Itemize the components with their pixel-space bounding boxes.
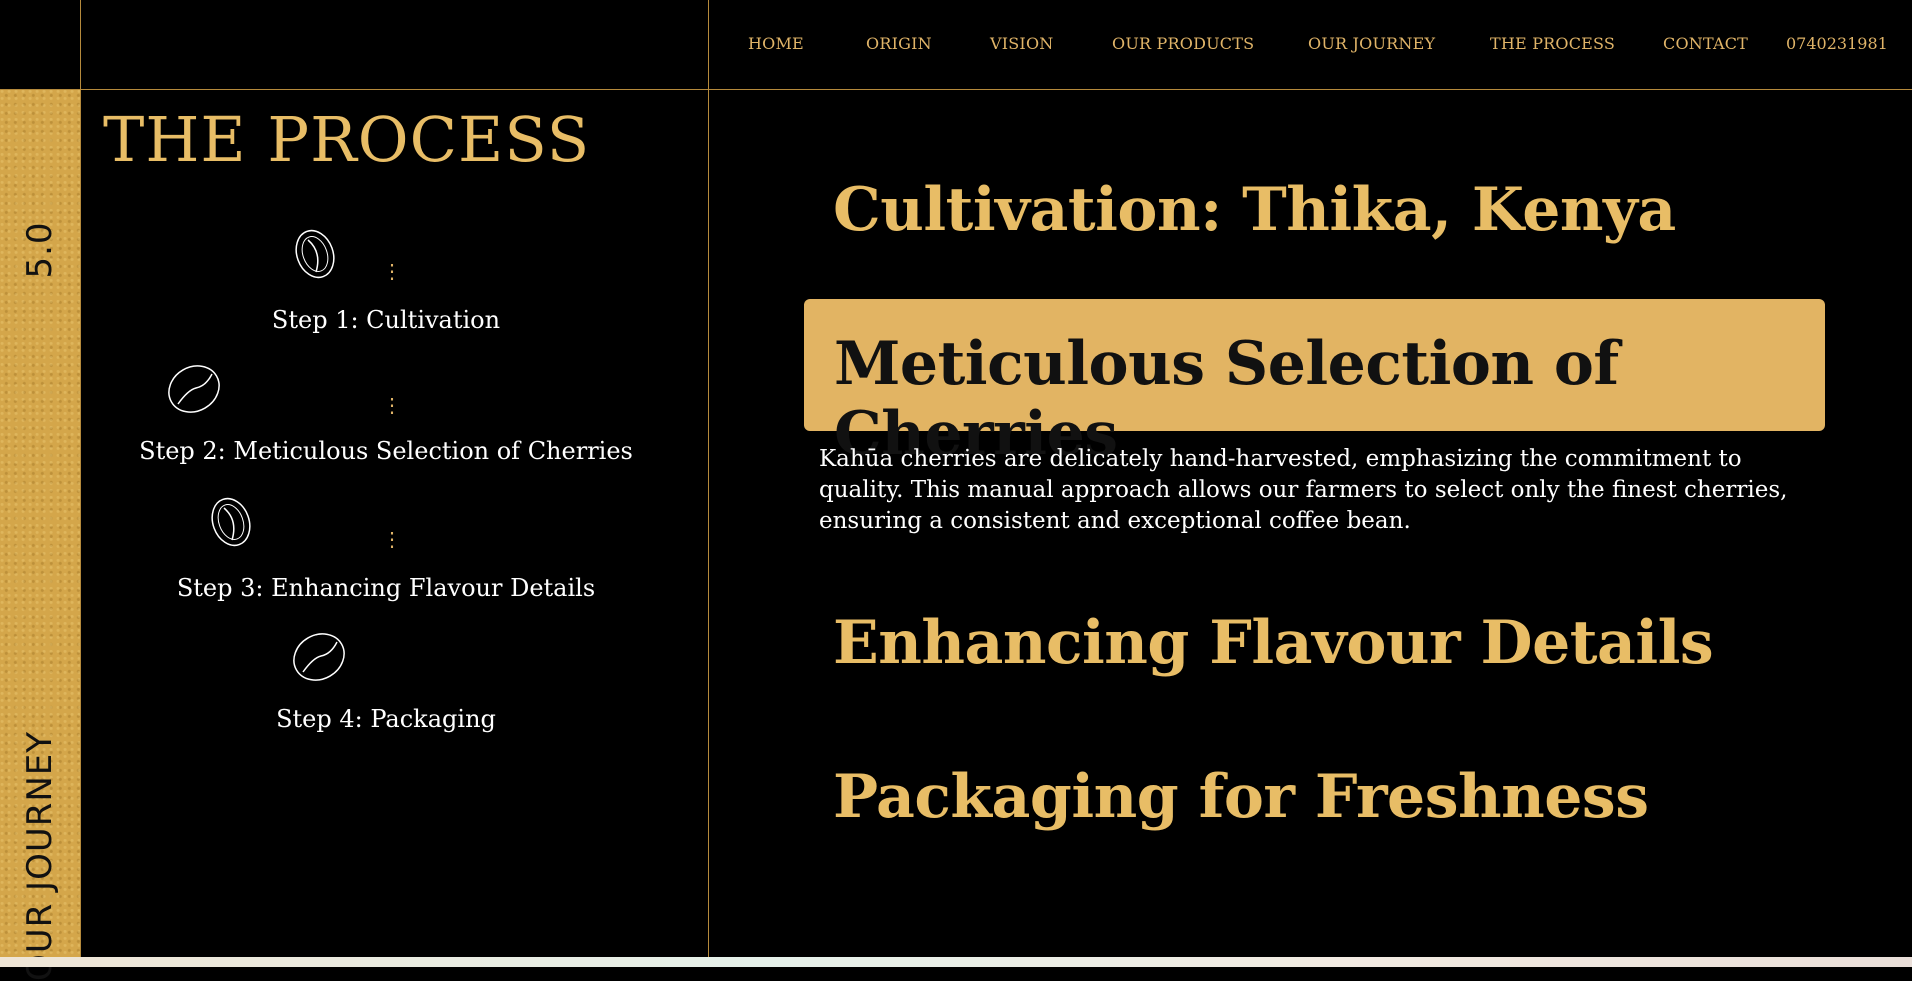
step-item[interactable]: Step 2: Meticulous Selection of Cherries	[86, 437, 686, 465]
step-item[interactable]: Step 1: Cultivation	[86, 306, 686, 334]
step-connector-dots: ⋮	[382, 259, 402, 283]
step-connector-dots: ⋮	[382, 393, 402, 417]
nav-home[interactable]: HOME	[748, 34, 804, 53]
phone-number[interactable]: 0740231981	[1786, 34, 1888, 53]
divider-line	[80, 0, 81, 957]
active-section-panel[interactable]: Meticulous Selection of Cherries	[804, 299, 1825, 469]
section-side-strip: 5.0 OUR JOURNEY	[0, 90, 80, 981]
main-nav: HOME ORIGIN VISION OUR PRODUCTS OUR JOUR…	[748, 28, 1892, 62]
section-description: Kahūa cherries are delicately hand-harve…	[819, 446, 1788, 534]
coffee-bean-icon	[168, 365, 220, 413]
section-name: OUR JOURNEY	[20, 730, 60, 981]
nav-vision[interactable]: VISION	[990, 34, 1053, 53]
section-heading-cultivation[interactable]: Cultivation: Thika, Kenya	[833, 175, 1676, 245]
divider-line	[708, 0, 709, 957]
step-connector-dots: ⋮	[382, 527, 402, 551]
nav-origin[interactable]: ORIGIN	[866, 34, 932, 53]
coffee-bean-icon	[293, 633, 345, 681]
nav-our-products[interactable]: OUR PRODUCTS	[1112, 34, 1254, 53]
coffee-bean-icon	[295, 229, 335, 279]
page-title: THE PROCESS	[103, 103, 591, 176]
page-bottom-edge	[0, 957, 1912, 967]
section-number: 5.0	[20, 221, 60, 279]
nav-the-process[interactable]: THE PROCESS	[1490, 34, 1615, 53]
divider-line	[0, 89, 1912, 90]
nav-contact[interactable]: CONTACT	[1663, 34, 1748, 53]
step-item[interactable]: Step 3: Enhancing Flavour Details	[86, 574, 686, 602]
section-heading-packaging[interactable]: Packaging for Freshness	[833, 762, 1649, 832]
coffee-bean-icon	[211, 497, 251, 547]
step-item[interactable]: Step 4: Packaging	[86, 705, 686, 733]
section-heading-flavour[interactable]: Enhancing Flavour Details	[833, 608, 1714, 678]
nav-our-journey[interactable]: OUR JOURNEY	[1308, 34, 1435, 53]
